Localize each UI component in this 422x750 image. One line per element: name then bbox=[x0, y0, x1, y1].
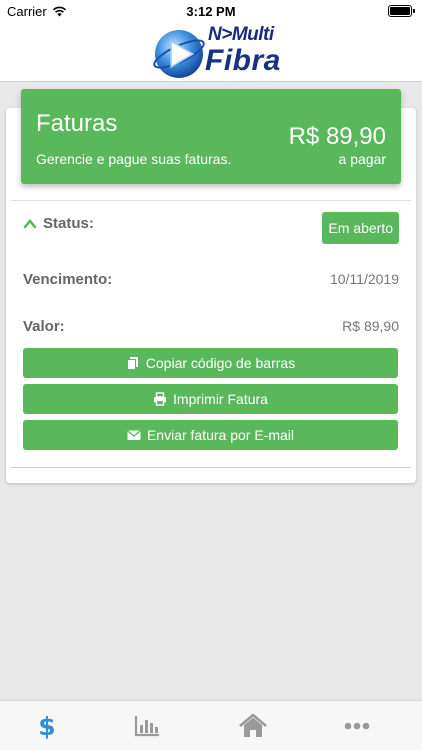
page-subtitle: Gerencie e pague suas faturas. bbox=[36, 151, 232, 167]
logo-text-bottom: Fibra bbox=[205, 44, 281, 77]
tab-invoices[interactable]: $ bbox=[32, 713, 62, 739]
tab-more[interactable] bbox=[342, 713, 372, 739]
home-icon bbox=[239, 714, 267, 737]
invoice-details: Status: Em aberto Vencimento: 10/11/2019… bbox=[11, 200, 411, 468]
amount-row: Valor: R$ 89,90 bbox=[23, 318, 399, 335]
page-title: Faturas bbox=[36, 110, 118, 137]
status-time: 3:12 PM bbox=[186, 4, 236, 19]
bar-chart-icon bbox=[134, 716, 159, 737]
app-header: N>Multi Fibra bbox=[0, 22, 422, 82]
dollar-icon: $ bbox=[38, 713, 55, 739]
amount-caption: a pagar bbox=[338, 151, 386, 167]
status-badge: Em aberto bbox=[322, 212, 399, 244]
email-invoice-button[interactable]: Enviar fatura por E-mail bbox=[23, 420, 398, 450]
due-date-value: 10/11/2019 bbox=[329, 271, 399, 287]
amount-value: R$ 89,90 bbox=[342, 318, 399, 334]
due-date-row: Vencimento: 10/11/2019 bbox=[23, 271, 399, 288]
amount-due: R$ 89,90 bbox=[288, 123, 386, 150]
status-toggle[interactable]: Status: bbox=[23, 215, 94, 232]
svg-text:$: $ bbox=[38, 713, 55, 739]
printer-icon bbox=[154, 392, 167, 406]
tab-bar: $ bbox=[0, 700, 422, 750]
status-bar: Carrier 3:12 PM bbox=[0, 0, 422, 22]
amount-label: Valor: bbox=[23, 318, 65, 335]
email-invoice-label: Enviar fatura por E-mail bbox=[146, 427, 295, 443]
copy-icon bbox=[126, 357, 138, 370]
print-invoice-label: Imprimir Fatura bbox=[173, 391, 268, 407]
status-label: Status: bbox=[43, 215, 94, 232]
due-date-label: Vencimento: bbox=[23, 271, 113, 288]
print-invoice-button[interactable]: Imprimir Fatura bbox=[23, 384, 398, 414]
more-icon bbox=[344, 722, 370, 730]
play-globe-logo bbox=[153, 30, 205, 78]
copy-barcode-label: Copiar código de barras bbox=[145, 355, 296, 371]
tab-home[interactable] bbox=[238, 713, 268, 739]
envelope-icon bbox=[127, 430, 141, 440]
brand-logo: N>Multi Fibra bbox=[150, 22, 280, 82]
logo-text-top: N>Multi bbox=[208, 24, 274, 45]
chevron-up-icon[interactable] bbox=[23, 217, 37, 231]
copy-barcode-button[interactable]: Copiar código de barras bbox=[23, 348, 398, 378]
battery-icon bbox=[388, 5, 415, 17]
invoice-banner: Faturas Gerencie e pague suas faturas. R… bbox=[21, 89, 401, 184]
tab-usage[interactable] bbox=[132, 713, 162, 739]
